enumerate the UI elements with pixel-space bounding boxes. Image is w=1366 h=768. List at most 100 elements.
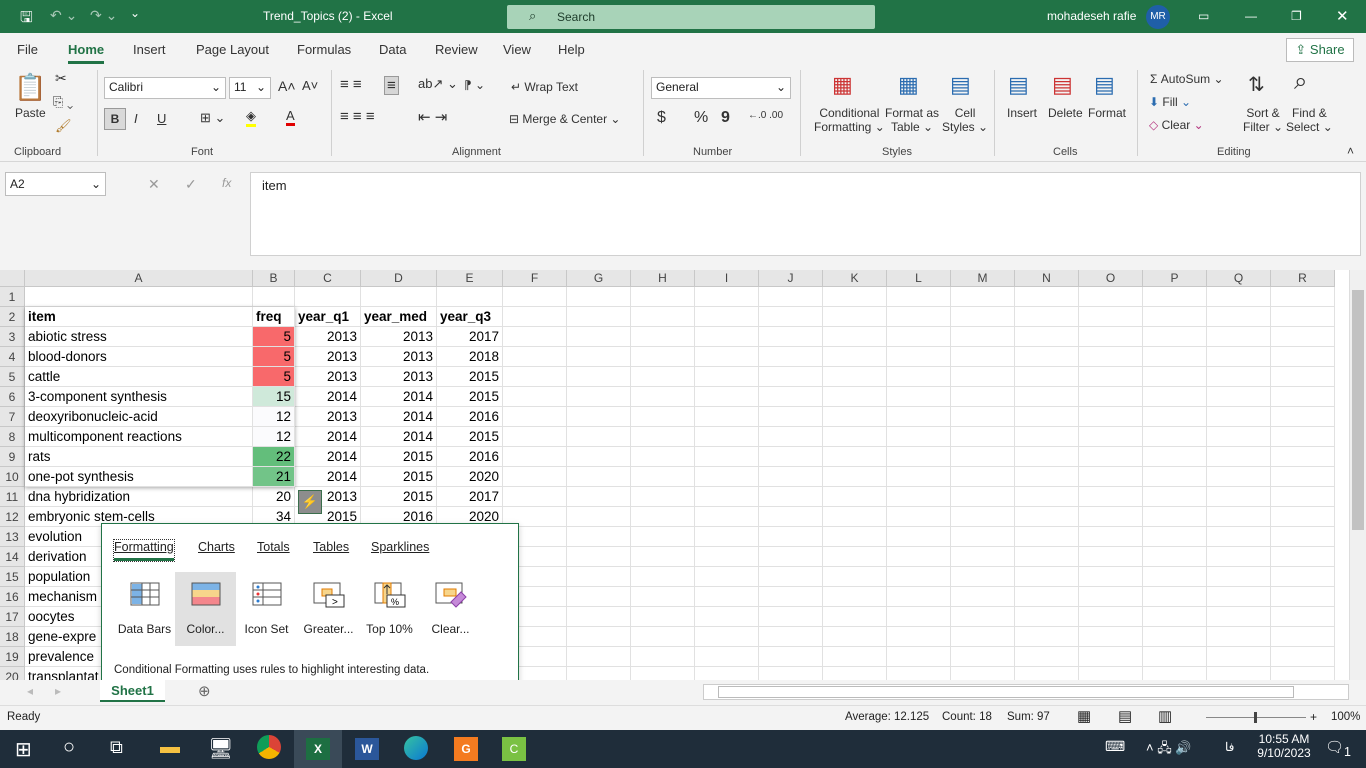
normal-view-icon[interactable]: ▦	[1077, 707, 1091, 725]
cell-R19[interactable]	[1271, 647, 1335, 667]
cell-H19[interactable]	[631, 647, 695, 667]
cell-C10[interactable]: 2014	[295, 467, 361, 487]
cell-J6[interactable]	[759, 387, 823, 407]
cell-M11[interactable]	[951, 487, 1015, 507]
align-bottom-icon[interactable]: ≡	[384, 76, 399, 95]
autosum-button[interactable]: Σ AutoSum ⌄	[1150, 72, 1224, 86]
row-header-15[interactable]: 15	[0, 567, 25, 587]
cell-J14[interactable]	[759, 547, 823, 567]
cell-H9[interactable]	[631, 447, 695, 467]
clear-button[interactable]: ◇ Clear ⌄	[1149, 118, 1204, 132]
tab-review[interactable]: Review	[435, 42, 478, 57]
cell-D4[interactable]: 2013	[361, 347, 437, 367]
cell-H18[interactable]	[631, 627, 695, 647]
cell-H16[interactable]	[631, 587, 695, 607]
underline-button[interactable]: U	[157, 111, 166, 126]
cell-N15[interactable]	[1015, 567, 1079, 587]
cell-A9[interactable]: rats	[25, 447, 253, 467]
minimize-icon[interactable]: —	[1245, 9, 1257, 23]
percent-button[interactable]: %	[694, 109, 708, 127]
cell-I1[interactable]	[695, 287, 759, 307]
delete-cells-button[interactable]: Delete	[1048, 106, 1083, 120]
camtasia-icon[interactable]: C	[502, 737, 526, 761]
sort-filter-icon[interactable]: ⇅	[1248, 72, 1265, 97]
find-icon[interactable]: ⌕	[1294, 68, 1307, 96]
cell-K10[interactable]	[823, 467, 887, 487]
indent-icon[interactable]: ⇤ ⇥	[418, 108, 447, 126]
cell-H5[interactable]	[631, 367, 695, 387]
cell-B10[interactable]: 21	[253, 467, 295, 487]
qa-clear[interactable]: Clear...	[420, 572, 481, 646]
conditional-formatting-icon[interactable]: ▦	[832, 72, 853, 98]
cell-M20[interactable]	[951, 667, 1015, 680]
bold-button[interactable]: B	[104, 108, 126, 130]
cell-D8[interactable]: 2014	[361, 427, 437, 447]
cell-C6[interactable]: 2014	[295, 387, 361, 407]
cell-O12[interactable]	[1079, 507, 1143, 527]
cell-P7[interactable]	[1143, 407, 1207, 427]
cell-E8[interactable]: 2015	[437, 427, 503, 447]
cell-M18[interactable]	[951, 627, 1015, 647]
cell-O5[interactable]	[1079, 367, 1143, 387]
cell-P2[interactable]	[1143, 307, 1207, 327]
cell-P20[interactable]	[1143, 667, 1207, 680]
avatar[interactable]: MR	[1146, 5, 1170, 29]
cell-F3[interactable]	[503, 327, 567, 347]
cell-I2[interactable]	[695, 307, 759, 327]
cell-O10[interactable]	[1079, 467, 1143, 487]
cell-J17[interactable]	[759, 607, 823, 627]
enter-icon[interactable]: ✓	[185, 176, 197, 193]
cell-N19[interactable]	[1015, 647, 1079, 667]
cell-M5[interactable]	[951, 367, 1015, 387]
qa-greater-than[interactable]: > Greater...	[298, 572, 359, 646]
cell-N17[interactable]	[1015, 607, 1079, 627]
increase-font-icon[interactable]: A˄	[278, 78, 296, 94]
cell-R7[interactable]	[1271, 407, 1335, 427]
cell-G19[interactable]	[567, 647, 631, 667]
cell-A7[interactable]: deoxyribonucleic-acid	[25, 407, 253, 427]
cell-L8[interactable]	[887, 427, 951, 447]
cell-P5[interactable]	[1143, 367, 1207, 387]
cell-R18[interactable]	[1271, 627, 1335, 647]
row-header-17[interactable]: 17	[0, 607, 25, 627]
cell-C9[interactable]: 2014	[295, 447, 361, 467]
cell-L14[interactable]	[887, 547, 951, 567]
cell-F8[interactable]	[503, 427, 567, 447]
qa-tab-totals[interactable]: Totals	[257, 540, 290, 554]
cell-I14[interactable]	[695, 547, 759, 567]
qa-tab-charts[interactable]: Charts	[198, 540, 235, 554]
cell-L4[interactable]	[887, 347, 951, 367]
row-header-9[interactable]: 9	[0, 447, 25, 467]
word-icon[interactable]: W	[355, 738, 379, 760]
cell-J7[interactable]	[759, 407, 823, 427]
cell-J19[interactable]	[759, 647, 823, 667]
cell-G12[interactable]	[567, 507, 631, 527]
cell-I8[interactable]	[695, 427, 759, 447]
cell-J13[interactable]	[759, 527, 823, 547]
cell-B5[interactable]: 5	[253, 367, 295, 387]
cell-K6[interactable]	[823, 387, 887, 407]
cell-G7[interactable]	[567, 407, 631, 427]
cell-F1[interactable]	[503, 287, 567, 307]
edge-icon[interactable]	[404, 736, 428, 760]
cell-N20[interactable]	[1015, 667, 1079, 680]
cell-J20[interactable]	[759, 667, 823, 680]
collapse-ribbon-icon[interactable]: ˄	[1347, 144, 1354, 158]
column-header-B[interactable]: B	[253, 270, 295, 287]
insert-function-icon[interactable]: fx	[222, 176, 231, 190]
wrap-text-button[interactable]: ↵ Wrap Text	[511, 80, 578, 94]
align-left-icon[interactable]: ≡ ≡ ≡	[340, 108, 375, 125]
font-name-select[interactable]: Calibri ⌄	[104, 77, 226, 99]
cell-O9[interactable]	[1079, 447, 1143, 467]
cell-J4[interactable]	[759, 347, 823, 367]
cell-N10[interactable]	[1015, 467, 1079, 487]
format-as-table-button[interactable]: Format as Table ⌄	[885, 106, 939, 134]
cell-N7[interactable]	[1015, 407, 1079, 427]
clock[interactable]: 10:55 AM 9/10/2023	[1256, 732, 1312, 760]
cell-C5[interactable]: 2013	[295, 367, 361, 387]
sheet-tab-sheet1[interactable]: Sheet1	[100, 680, 165, 702]
row-header-6[interactable]: 6	[0, 387, 25, 407]
cell-R4[interactable]	[1271, 347, 1335, 367]
cell-I12[interactable]	[695, 507, 759, 527]
comma-button[interactable]: 9	[721, 109, 730, 127]
